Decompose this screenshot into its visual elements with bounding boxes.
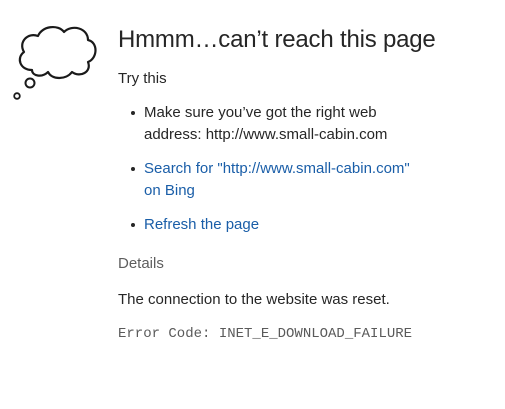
error-content: Hmmm…can’t reach this page Try this Make… [118, 24, 488, 343]
search-bing-link[interactable]: Search for "http://www.small-cabin.com" … [144, 160, 410, 199]
check-address-line1: Make sure you’ve got the right web [144, 104, 377, 121]
search-bing-line2: on Bing [144, 182, 195, 199]
thought-cloud-icon [13, 26, 97, 100]
list-item-search-bing: Search for "http://www.small-cabin.com" … [131, 158, 488, 202]
list-item-refresh: Refresh the page [131, 214, 488, 236]
check-address-line2: address: http://www.small-cabin.com [144, 126, 388, 143]
error-reason: The connection to the website was reset. [118, 291, 390, 308]
error-code: Error Code: INET_E_DOWNLOAD_FAILURE [118, 326, 413, 342]
page-title: Hmmm…can’t reach this page [118, 26, 436, 53]
try-this-label: Try this [118, 70, 167, 87]
details-heading: Details [118, 255, 164, 272]
search-bing-line1: Search for "http://www.small-cabin.com" [144, 160, 410, 177]
suggestion-list: Make sure you’ve got the right web addre… [118, 102, 488, 236]
refresh-page-link[interactable]: Refresh the page [144, 216, 259, 233]
list-item-check-address: Make sure you’ve got the right web addre… [131, 102, 488, 146]
